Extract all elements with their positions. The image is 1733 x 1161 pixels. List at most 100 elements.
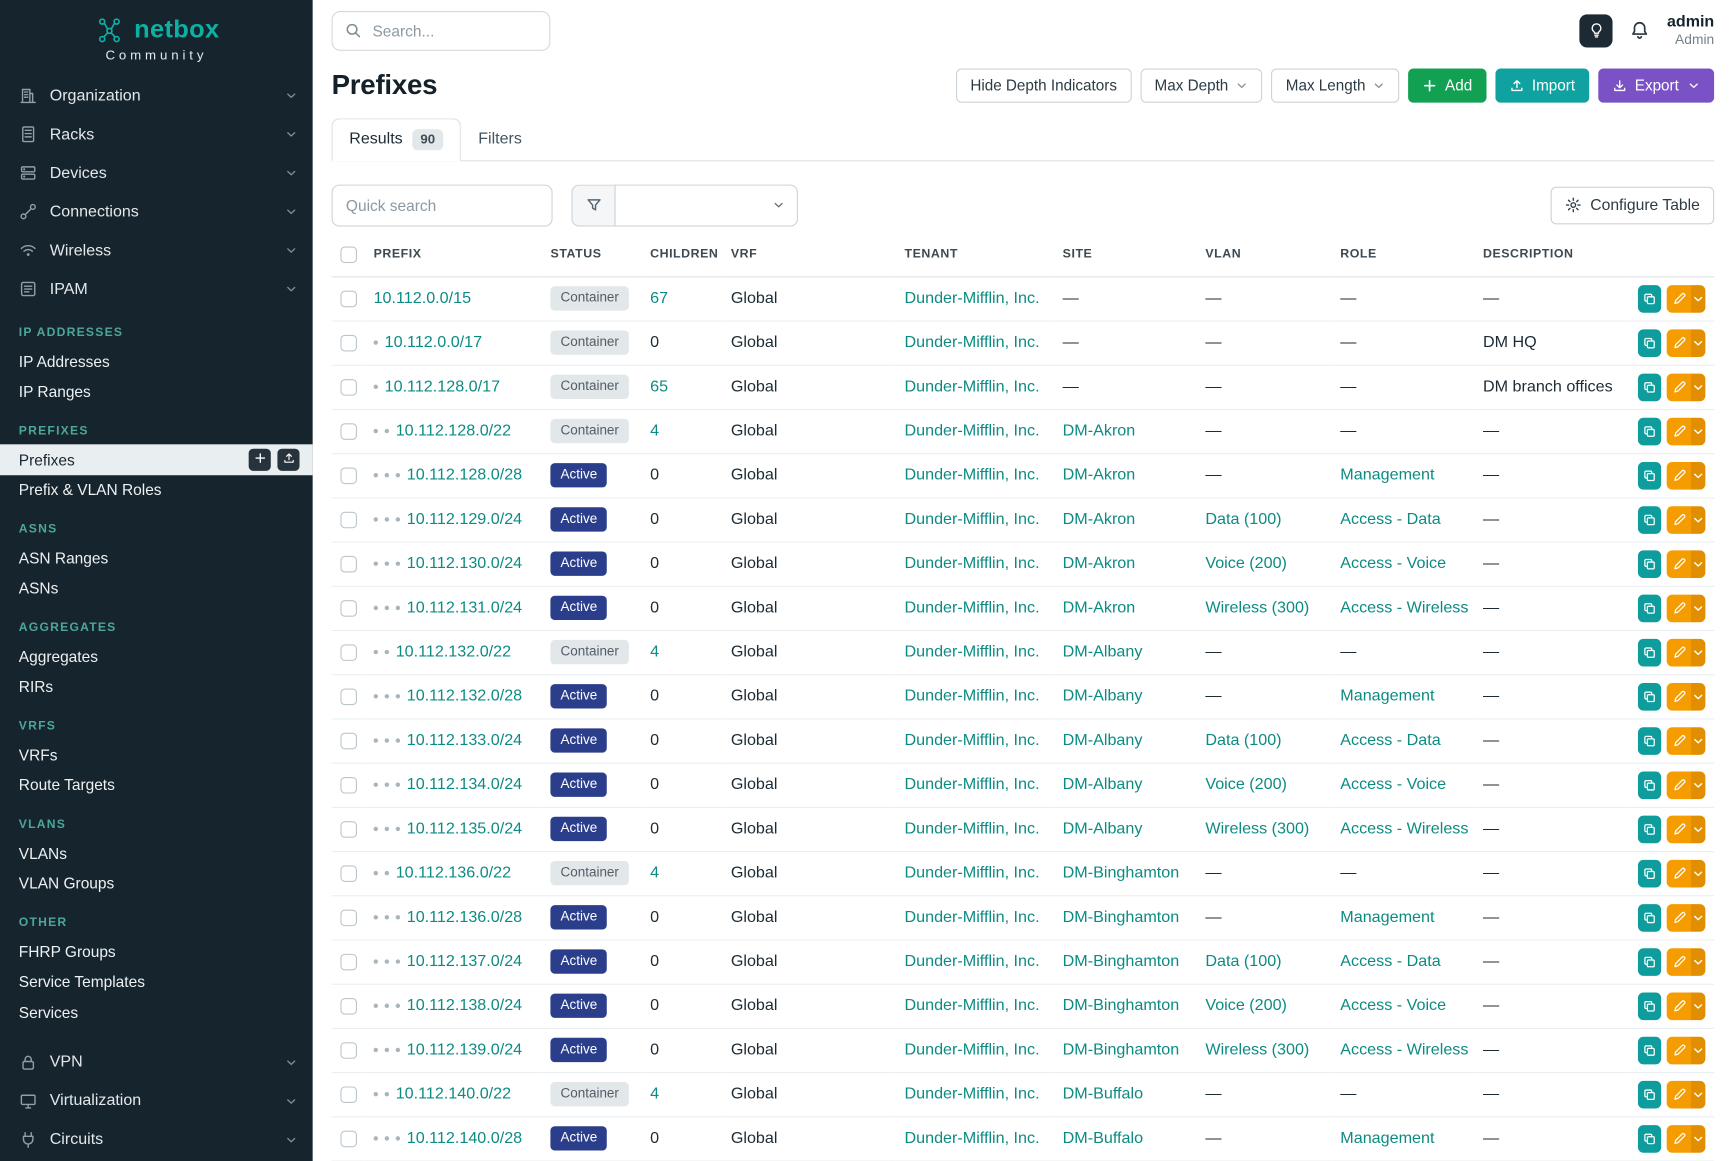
copy-button[interactable] — [1638, 771, 1662, 799]
copy-button[interactable] — [1638, 285, 1662, 313]
prefix-link[interactable]: 10.112.130.0/24 — [407, 555, 522, 573]
tenant-link[interactable]: Dunder-Mifflin, Inc. — [904, 997, 1039, 1015]
netbox-logo[interactable]: netbox Community — [0, 0, 313, 63]
copy-button[interactable] — [1638, 506, 1662, 534]
role-link[interactable]: Access - Wireless — [1340, 599, 1468, 617]
tenant-link[interactable]: Dunder-Mifflin, Inc. — [904, 953, 1039, 971]
tenant-link[interactable]: Dunder-Mifflin, Inc. — [904, 1041, 1039, 1059]
edit-button[interactable] — [1667, 594, 1705, 622]
vlan-link[interactable]: Wireless (300) — [1205, 820, 1309, 838]
sidebar-item-vpn[interactable]: VPN — [0, 1043, 313, 1082]
sidebar-item-connections[interactable]: Connections — [0, 192, 313, 231]
row-checkbox[interactable] — [340, 821, 357, 838]
edit-button[interactable] — [1667, 417, 1705, 445]
edit-button[interactable] — [1667, 1036, 1705, 1064]
role-link[interactable]: Access - Data — [1340, 732, 1440, 750]
max-length-dropdown[interactable]: Max Length — [1271, 68, 1399, 102]
tenant-link[interactable]: Dunder-Mifflin, Inc. — [904, 555, 1039, 573]
role-link[interactable]: Management — [1340, 908, 1434, 926]
vlan-link[interactable]: Data (100) — [1205, 953, 1281, 971]
sidebar-item-vrfs[interactable]: VRFs — [0, 739, 313, 769]
sidebar-item-wireless[interactable]: Wireless — [0, 231, 313, 270]
sidebar-item-asn-ranges[interactable]: ASN Ranges — [0, 543, 313, 573]
prefix-link[interactable]: 10.112.136.0/22 — [396, 864, 511, 882]
row-checkbox[interactable] — [340, 732, 357, 749]
copy-button[interactable] — [1638, 859, 1662, 887]
site-link[interactable]: DM-Akron — [1063, 422, 1136, 440]
site-link[interactable]: DM-Binghamton — [1063, 908, 1180, 926]
copy-button[interactable] — [1638, 594, 1662, 622]
row-checkbox[interactable] — [340, 865, 357, 882]
quick-add-button[interactable] — [249, 448, 271, 470]
prefix-link[interactable]: 10.112.0.0/15 — [374, 290, 471, 308]
row-checkbox[interactable] — [340, 467, 357, 484]
tenant-link[interactable]: Dunder-Mifflin, Inc. — [904, 687, 1039, 705]
sidebar-item-services[interactable]: Services — [0, 997, 313, 1027]
role-link[interactable]: Management — [1340, 1130, 1434, 1148]
sidebar-item-racks[interactable]: Racks — [0, 115, 313, 154]
tenant-link[interactable]: Dunder-Mifflin, Inc. — [904, 466, 1039, 484]
tenant-link[interactable]: Dunder-Mifflin, Inc. — [904, 820, 1039, 838]
vlan-link[interactable]: Data (100) — [1205, 511, 1281, 529]
prefix-link[interactable]: 10.112.138.0/24 — [407, 997, 522, 1015]
site-link[interactable]: DM-Albany — [1063, 643, 1143, 661]
site-link[interactable]: DM-Akron — [1063, 599, 1136, 617]
column-header-vrf[interactable]: VRF — [722, 235, 896, 276]
column-header-prefix[interactable]: PREFIX — [365, 235, 542, 276]
sidebar-item-aggregates[interactable]: Aggregates — [0, 641, 313, 671]
sidebar-item-asns[interactable]: ASNs — [0, 573, 313, 603]
row-checkbox[interactable] — [340, 953, 357, 970]
copy-button[interactable] — [1638, 417, 1662, 445]
copy-button[interactable] — [1638, 948, 1662, 976]
site-link[interactable]: DM-Akron — [1063, 555, 1136, 573]
prefix-link[interactable]: 10.112.140.0/28 — [407, 1130, 522, 1148]
tenant-link[interactable]: Dunder-Mifflin, Inc. — [904, 334, 1039, 352]
max-depth-dropdown[interactable]: Max Depth — [1140, 68, 1262, 102]
edit-button[interactable] — [1667, 771, 1705, 799]
site-link[interactable]: DM-Albany — [1063, 820, 1143, 838]
tenant-link[interactable]: Dunder-Mifflin, Inc. — [904, 422, 1039, 440]
children-count-link[interactable]: 4 — [650, 643, 659, 661]
site-link[interactable]: DM-Binghamton — [1063, 953, 1180, 971]
row-checkbox[interactable] — [340, 334, 357, 351]
site-link[interactable]: DM-Albany — [1063, 687, 1143, 705]
role-link[interactable]: Access - Wireless — [1340, 1041, 1468, 1059]
sidebar-item-vlans[interactable]: VLANs — [0, 838, 313, 868]
copy-button[interactable] — [1638, 1125, 1662, 1153]
sidebar-item-ip-addresses[interactable]: IP Addresses — [0, 346, 313, 376]
sidebar-item-prefixes[interactable]: Prefixes — [0, 444, 313, 474]
children-count-link[interactable]: 65 — [650, 378, 668, 396]
sidebar-item-fhrp-groups[interactable]: FHRP Groups — [0, 936, 313, 966]
copy-button[interactable] — [1638, 461, 1662, 489]
edit-button[interactable] — [1667, 815, 1705, 843]
global-search-input[interactable] — [370, 21, 537, 41]
edit-button[interactable] — [1667, 1125, 1705, 1153]
copy-button[interactable] — [1638, 1036, 1662, 1064]
copy-button[interactable] — [1638, 682, 1662, 710]
row-checkbox[interactable] — [340, 423, 357, 440]
edit-button[interactable] — [1667, 904, 1705, 932]
edit-button[interactable] — [1667, 329, 1705, 357]
column-header-site[interactable]: SITE — [1054, 235, 1197, 276]
sidebar-item-prefix-vlan-roles[interactable]: Prefix & VLAN Roles — [0, 475, 313, 505]
edit-button[interactable] — [1667, 948, 1705, 976]
edit-button[interactable] — [1667, 682, 1705, 710]
tenant-link[interactable]: Dunder-Mifflin, Inc. — [904, 599, 1039, 617]
column-header-role[interactable]: ROLE — [1331, 235, 1474, 276]
copy-button[interactable] — [1638, 815, 1662, 843]
site-link[interactable]: DM-Binghamton — [1063, 864, 1180, 882]
site-link[interactable]: DM-Akron — [1063, 511, 1136, 529]
tenant-link[interactable]: Dunder-Mifflin, Inc. — [904, 732, 1039, 750]
vlan-link[interactable]: Voice (200) — [1205, 555, 1287, 573]
sidebar-item-route-targets[interactable]: Route Targets — [0, 770, 313, 800]
tenant-link[interactable]: Dunder-Mifflin, Inc. — [904, 290, 1039, 308]
row-checkbox[interactable] — [340, 1130, 357, 1147]
tenant-link[interactable]: Dunder-Mifflin, Inc. — [904, 776, 1039, 794]
row-checkbox[interactable] — [340, 777, 357, 794]
configure-table-button[interactable]: Configure Table — [1550, 186, 1714, 224]
edit-button[interactable] — [1667, 638, 1705, 666]
user-menu[interactable]: admin Admin — [1667, 12, 1714, 49]
edit-button[interactable] — [1667, 506, 1705, 534]
prefix-link[interactable]: 10.112.139.0/24 — [407, 1041, 522, 1059]
column-header-tenant[interactable]: TENANT — [896, 235, 1054, 276]
